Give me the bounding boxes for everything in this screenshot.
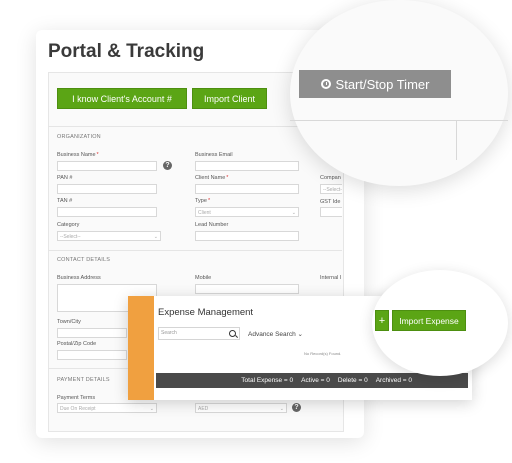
lead-number-input[interactable] — [195, 231, 299, 241]
no-records-text: No Record(s) Found. — [304, 351, 342, 356]
chevron-down-icon: ⌄ — [149, 406, 154, 412]
category-select[interactable]: --Select-- ⌄ — [57, 231, 161, 241]
currency-select[interactable]: AED ⌄ — [195, 403, 287, 413]
search-icon[interactable] — [229, 330, 236, 337]
company-select[interactable]: --Select-- — [320, 184, 342, 203]
import-expense-button[interactable]: Import Expense — [392, 310, 466, 331]
expense-title: Expense Management — [158, 307, 254, 318]
help-icon[interactable]: ? — [292, 403, 301, 412]
start-stop-timer-button[interactable]: Start/Stop Timer — [299, 70, 451, 98]
expense-accent-stripe — [128, 296, 154, 400]
advance-search-toggle[interactable]: Advance Search ⌄ — [248, 330, 303, 338]
business-name-label: Business Name* — [57, 152, 99, 158]
town-city-input[interactable] — [57, 328, 127, 338]
client-name-label: Client Name* — [195, 175, 229, 181]
expense-search-input[interactable]: Search — [158, 327, 240, 340]
import-client-button[interactable]: Import Client — [192, 88, 267, 109]
payment-terms-select[interactable]: Due On Receipt ⌄ — [57, 403, 157, 413]
mobile-input[interactable] — [195, 284, 299, 294]
business-name-input[interactable] — [57, 161, 157, 171]
section-organization: ORGANIZATION — [57, 134, 101, 140]
business-address-label: Business Address — [57, 275, 101, 281]
divider — [290, 120, 508, 121]
active-count: Active = 0 — [301, 377, 330, 384]
clock-icon — [320, 79, 331, 89]
pan-label: PAN # — [57, 175, 73, 181]
total-expense-count: Total Expense = 0 — [241, 377, 294, 384]
postal-input[interactable] — [57, 350, 127, 360]
business-email-input[interactable] — [195, 161, 299, 171]
town-city-label: Town/City — [57, 319, 81, 325]
expense-summary-bar: Total Expense = 0 Active = 0 Delete = 0 … — [156, 373, 468, 388]
client-name-input[interactable] — [195, 184, 299, 194]
gst-input[interactable] — [320, 207, 342, 217]
company-label: Compan — [320, 175, 341, 181]
help-icon[interactable]: ? — [163, 161, 172, 170]
delete-count: Delete = 0 — [337, 377, 368, 384]
mobile-label: Mobile — [195, 275, 212, 281]
archived-count: Archived = 0 — [375, 377, 412, 384]
tan-input[interactable] — [57, 207, 157, 217]
know-account-button[interactable]: I know Client's Account # — [57, 88, 187, 109]
lead-number-label: Lead Number — [195, 222, 229, 228]
chevron-down-icon: ⌄ — [297, 331, 303, 338]
gst-label: GST Ide — [320, 199, 341, 205]
divider — [456, 120, 457, 160]
business-email-label: Business Email — [195, 152, 233, 158]
divider — [48, 250, 342, 251]
add-expense-button[interactable]: + — [375, 310, 389, 331]
timer-label: Start/Stop Timer — [335, 76, 430, 92]
internal-label: Internal I — [320, 275, 342, 281]
tan-label: TAN # — [57, 198, 73, 204]
type-select[interactable]: Client ⌄ — [195, 207, 299, 217]
chevron-down-icon: ⌄ — [279, 406, 284, 412]
section-payment: PAYMENT DETAILS — [57, 377, 110, 383]
chevron-down-icon: ⌄ — [291, 210, 296, 216]
chevron-down-icon: ⌄ — [153, 234, 158, 240]
pan-input[interactable] — [57, 184, 157, 194]
type-label: Type* — [195, 198, 211, 204]
page-title: Portal & Tracking — [48, 41, 205, 62]
postal-label: Postal/Zip Code — [57, 341, 97, 347]
payment-terms-label: Payment Terms — [57, 395, 96, 401]
category-label: Category — [57, 222, 80, 228]
section-contact: CONTACT DETAILS — [57, 257, 111, 263]
